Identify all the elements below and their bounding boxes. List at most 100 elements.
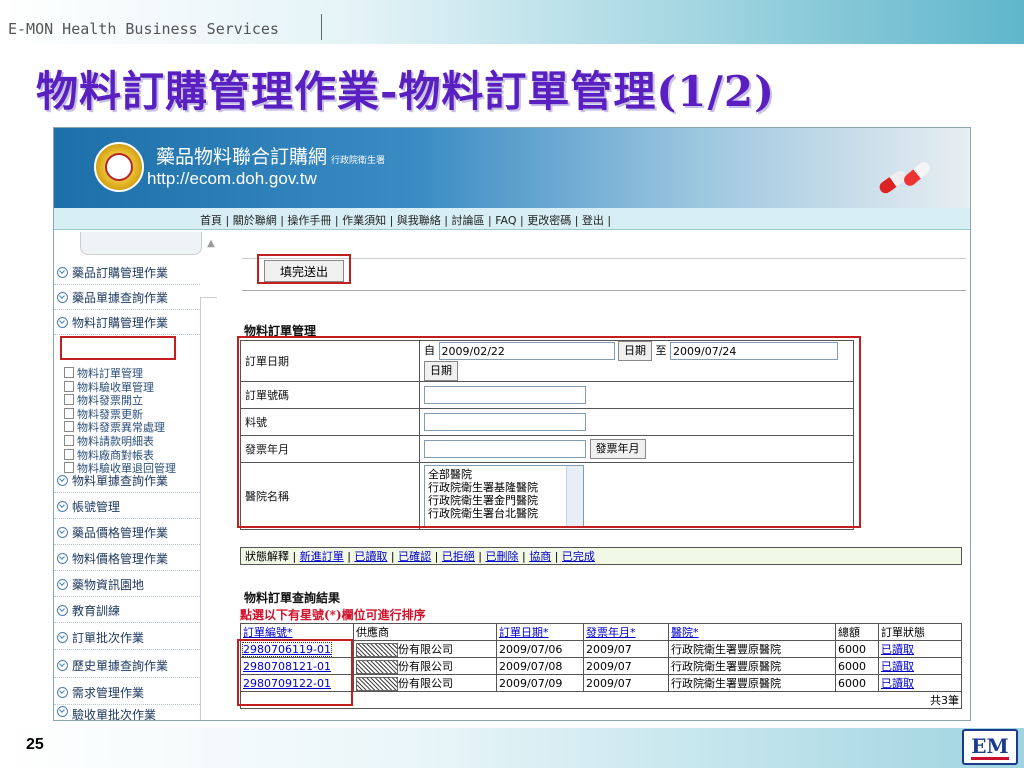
submenu-item[interactable]: 物料請款明細表 <box>64 434 214 449</box>
sidebar-item[interactable]: 藥物資訊園地 <box>54 572 200 597</box>
submenu-label: 物料發票更新 <box>77 407 143 421</box>
col-header[interactable]: 發票年月* <box>583 623 669 641</box>
sidebar-item[interactable]: 教育訓練 <box>54 598 200 623</box>
sidebar-item-label: 藥品訂購管理作業 <box>72 265 169 280</box>
sidebar-item-label: 帳號管理 <box>72 499 121 514</box>
sidebar-item-label: 藥品單據查詢作業 <box>72 290 169 305</box>
chevron-circle-icon <box>57 686 68 698</box>
highlight-box-form <box>237 336 861 528</box>
sidebar-item[interactable]: 物料單據查詢作業 <box>54 468 200 493</box>
document-icon <box>64 394 74 406</box>
status-link[interactable]: 已確認 <box>398 550 431 563</box>
site-header: 藥品物料聯合訂購網 行政院衛生署 http://ecom.doh.gov.tw <box>54 128 970 208</box>
submenu-item[interactable]: 物料發票更新 <box>64 407 214 422</box>
sidebar-item[interactable]: 訂單批次作業 <box>54 625 200 650</box>
sidebar-item-label: 物料單據查詢作業 <box>72 473 169 488</box>
supplier-cell: 份有限公司 <box>353 657 497 675</box>
highlight-box-order-no <box>237 639 353 706</box>
supplier-cell: 份有限公司 <box>353 674 497 692</box>
submenu-item[interactable]: 物料訂單管理 <box>64 367 214 381</box>
scroll-up-icon[interactable]: ▲ <box>204 238 218 254</box>
col-header[interactable]: 訂單編號* <box>240 623 354 641</box>
pills-icon <box>872 158 942 198</box>
col-header[interactable]: 醫院* <box>668 623 836 641</box>
status-legend: 狀態解釋 | 新進訂單 | 已讀取 | 已確認 | 已拒絕 | 已刪除 | 協商… <box>240 547 962 565</box>
sidebar-item[interactable]: 驗收單批次作業 <box>54 706 200 720</box>
sidebar-item[interactable]: 物料訂購管理作業 <box>54 310 200 335</box>
submenu-item[interactable]: 物料廠商對帳表 <box>64 448 214 463</box>
sidebar-item-label: 物料訂購管理作業 <box>72 315 169 330</box>
hospital-cell: 行政院衛生署豐原醫院 <box>668 657 836 675</box>
status-link[interactable]: 協商 <box>529 550 551 563</box>
em-logo-text: EM <box>971 733 1009 760</box>
invoice-month-cell: 2009/07 <box>583 640 669 658</box>
status-cell[interactable]: 已讀取 <box>878 674 962 692</box>
submenu-item[interactable]: 物料驗收單管理 <box>64 380 214 395</box>
divider <box>242 290 966 291</box>
sidebar-item[interactable]: 歷史單據查詢作業 <box>54 653 200 678</box>
amount-cell: 6000 <box>835 657 879 675</box>
status-link[interactable]: 已拒絕 <box>442 550 475 563</box>
status-link[interactable]: 已讀取 <box>354 550 387 563</box>
main-scrollbar[interactable] <box>962 230 970 720</box>
chevron-circle-icon <box>57 500 68 512</box>
col-header[interactable]: 訂單日期* <box>496 623 584 641</box>
sidebar-item-label: 歷史單據查詢作業 <box>72 658 169 673</box>
amount-cell: 6000 <box>835 640 879 658</box>
submenu-item[interactable]: 物料發票異常處理 <box>64 421 214 435</box>
sort-link[interactable]: 訂單日期* <box>499 626 549 639</box>
chevron-circle-icon <box>57 706 68 717</box>
em-logo: EM <box>962 729 1018 765</box>
status-link[interactable]: 已完成 <box>562 550 595 563</box>
status-link[interactable]: 已刪除 <box>486 550 519 563</box>
nav-links[interactable]: 首頁 | 關於聯網 | 操作手冊 | 作業須知 | 與我聯絡 | 討論區 | F… <box>200 212 611 228</box>
status-legend-label: 狀態解釋 | <box>245 550 297 563</box>
amount-cell: 6000 <box>835 674 879 692</box>
status-link[interactable]: 新進訂單 <box>300 550 344 563</box>
website-screenshot: 藥品物料聯合訂購網 行政院衛生署 http://ecom.doh.gov.tw 首… <box>53 127 971 721</box>
brand-divider <box>321 14 322 40</box>
col-header: 總額 <box>835 623 879 641</box>
status-cell[interactable]: 已讀取 <box>878 640 962 658</box>
sort-link[interactable]: 醫院* <box>671 626 699 639</box>
invoice-month-cell: 2009/07 <box>583 674 669 692</box>
site-org: 行政院衛生署 <box>331 155 386 165</box>
sidebar-item-label: 藥品價格管理作業 <box>72 525 169 540</box>
redacted-block <box>356 660 398 674</box>
submenu-label: 物料發票異常處理 <box>77 421 165 435</box>
sidebar-banner <box>80 232 202 255</box>
sort-link[interactable]: 發票年月* <box>586 626 636 639</box>
slide-title: 物料訂購管理作業-物料訂單管理(1/2) <box>36 67 775 116</box>
sidebar-item[interactable]: 需求管理作業 <box>54 680 200 705</box>
status-cell[interactable]: 已讀取 <box>878 657 962 675</box>
brand-text: E-MON Health Business Services <box>8 20 279 38</box>
sidebar-submenu: 物料訂單管理 物料驗收單管理 物料發票開立 物料發票更新 物料發票異常處理 物料… <box>64 367 214 476</box>
site-name: 藥品物料聯合訂購網 行政院衛生署 <box>156 142 385 169</box>
sidebar-scrollbar[interactable] <box>200 297 217 720</box>
status-link[interactable]: 已讀取 <box>881 643 914 656</box>
redacted-block <box>356 677 398 691</box>
sidebar-item[interactable]: 藥品價格管理作業 <box>54 520 200 545</box>
site-url: http://ecom.doh.gov.tw <box>147 169 317 188</box>
sidebar-item[interactable]: 藥品單據查詢作業 <box>54 285 200 310</box>
invoice-month-cell: 2009/07 <box>583 657 669 675</box>
top-nav: 首頁 | 關於聯網 | 操作手冊 | 作業須知 | 與我聯絡 | 討論區 | F… <box>54 208 970 230</box>
submenu-item[interactable]: 物料發票開立 <box>64 394 214 408</box>
emblem-icon <box>94 142 144 192</box>
chevron-circle-icon <box>57 659 68 671</box>
sidebar-item[interactable]: 物料價格管理作業 <box>54 546 200 571</box>
submenu-label: 物料廠商對帳表 <box>77 448 154 462</box>
sidebar-item[interactable]: 帳號管理 <box>54 494 200 519</box>
sort-link[interactable]: 訂單編號* <box>243 626 293 639</box>
col-header: 供應商 <box>353 623 497 641</box>
document-icon <box>64 434 74 446</box>
chevron-circle-icon <box>57 526 68 538</box>
status-link[interactable]: 已讀取 <box>881 677 914 690</box>
sidebar-item-label: 訂單批次作業 <box>72 630 145 645</box>
status-link[interactable]: 已讀取 <box>881 660 914 673</box>
sidebar-item-label: 需求管理作業 <box>72 685 145 700</box>
sidebar-item-label: 驗收單批次作業 <box>72 708 157 721</box>
sidebar-item[interactable]: 藥品訂購管理作業 <box>54 260 200 285</box>
chevron-circle-icon <box>57 604 68 616</box>
supplier-cell: 份有限公司 <box>353 640 497 658</box>
